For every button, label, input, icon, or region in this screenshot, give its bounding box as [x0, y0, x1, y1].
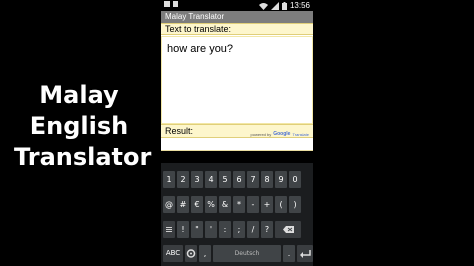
promo-title: Malay English Translator: [14, 80, 152, 173]
key-0[interactable]: 0: [289, 171, 301, 188]
key-open-paren[interactable]: (: [275, 196, 287, 213]
app-title-bar: Malay Translator: [161, 11, 313, 23]
key-close-paren[interactable]: ): [289, 196, 301, 213]
key-plus[interactable]: +: [261, 196, 273, 213]
translate-input[interactable]: how are you?: [161, 36, 313, 124]
key-9[interactable]: 9: [275, 171, 287, 188]
status-time: 13:56: [289, 1, 310, 10]
abc-key[interactable]: ABC: [163, 245, 183, 262]
key-at[interactable]: @: [163, 196, 175, 213]
battery-icon: [281, 1, 287, 10]
signal-icon: [270, 1, 279, 10]
backspace-key[interactable]: [275, 221, 301, 238]
key-exclamation[interactable]: !: [177, 221, 189, 238]
key-semicolon[interactable]: ;: [233, 221, 245, 238]
keyboard-row-1: 1 2 3 4 5 6 7 8 9 0: [163, 171, 301, 188]
keyboard-row-2: @ # € % & * - + ( ): [163, 196, 301, 213]
result-label: Result:: [165, 126, 194, 136]
key-1[interactable]: 1: [163, 171, 175, 188]
key-8[interactable]: 8: [261, 171, 273, 188]
app-title: Malay Translator: [165, 12, 225, 21]
key-comma[interactable]: ,: [199, 245, 211, 262]
status-bar: 13:56: [161, 0, 313, 11]
keyboard-row-3: ! " ' : ; / ?: [163, 221, 301, 238]
result-output: [161, 138, 313, 151]
phone-screen: 13:56 Malay Translator Text to translate…: [161, 0, 313, 266]
translator-panel: Text to translate: how are you? Result: …: [161, 23, 313, 151]
settings-key[interactable]: [185, 245, 197, 262]
wifi-icon: [258, 2, 268, 10]
more-symbols-key[interactable]: [163, 221, 175, 238]
key-5[interactable]: 5: [219, 171, 231, 188]
key-4[interactable]: 4: [205, 171, 217, 188]
key-euro[interactable]: €: [191, 196, 203, 213]
key-7[interactable]: 7: [247, 171, 259, 188]
settings-icon: [186, 249, 196, 258]
key-hash[interactable]: #: [177, 196, 189, 213]
enter-key[interactable]: [297, 245, 313, 262]
notification-icon: [164, 1, 170, 7]
key-2[interactable]: 2: [177, 171, 189, 188]
key-period[interactable]: .: [283, 245, 295, 262]
result-label-bar: Result: powered by Google Translate: [161, 124, 313, 138]
key-colon[interactable]: :: [219, 221, 231, 238]
more-symbols-icon: [166, 227, 172, 232]
key-minus[interactable]: -: [247, 196, 259, 213]
key-slash[interactable]: /: [247, 221, 259, 238]
key-question[interactable]: ?: [261, 221, 273, 238]
space-key[interactable]: Deutsch: [213, 245, 281, 262]
keyboard: 1 2 3 4 5 6 7 8 9 0 @ # € % & * - + ( ): [161, 163, 313, 266]
enter-icon: [300, 250, 311, 258]
keyboard-row-4: ABC , Deutsch .: [163, 245, 313, 262]
key-single-quote[interactable]: ': [205, 221, 217, 238]
notification-icon: [173, 1, 178, 7]
key-3[interactable]: 3: [191, 171, 203, 188]
key-double-quote[interactable]: ": [191, 221, 203, 238]
key-percent[interactable]: %: [205, 196, 217, 213]
promo-title-line-2: English: [29, 112, 129, 140]
key-ampersand[interactable]: &: [219, 196, 231, 213]
key-asterisk[interactable]: *: [233, 196, 245, 213]
promo-title-line-3: Translator: [14, 143, 152, 171]
text-to-translate-label: Text to translate:: [161, 23, 313, 35]
backspace-icon: [283, 226, 294, 233]
key-6[interactable]: 6: [233, 171, 245, 188]
promo-title-line-1: Malay: [39, 81, 119, 109]
